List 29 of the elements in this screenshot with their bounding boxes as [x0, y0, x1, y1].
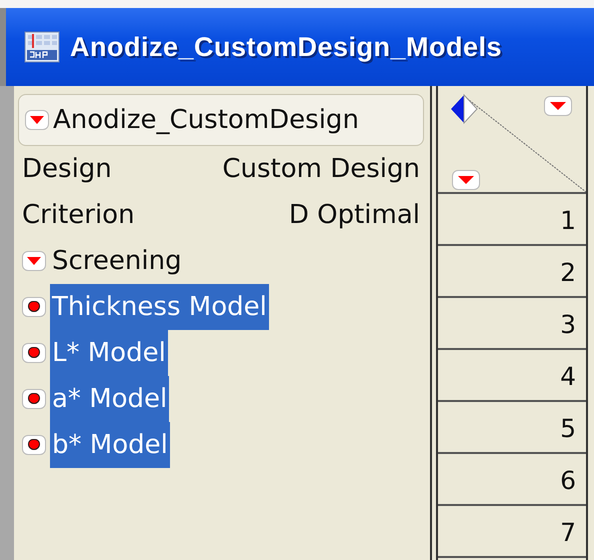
outline-node[interactable]: a* Model [50, 376, 170, 422]
row-number: 4 [438, 350, 586, 402]
collapsed-node-icon[interactable] [22, 389, 46, 409]
row-number: 2 [438, 246, 586, 298]
disclosure-triangle-icon[interactable] [22, 251, 46, 271]
row-number: 5 [438, 402, 586, 454]
window-title: Anodize_CustomDesign_Models [70, 32, 502, 62]
row-number: 7 [438, 506, 586, 558]
outline-node[interactable]: L* Model [50, 330, 168, 376]
disclosure-triangle-icon[interactable] [25, 110, 49, 130]
dropdown-icon[interactable] [544, 96, 572, 116]
property-value: Custom Design [222, 154, 420, 184]
collapsed-node-icon[interactable] [22, 343, 46, 363]
dropdown-icon[interactable] [452, 170, 480, 190]
outline-header[interactable]: Anodize_CustomDesign [18, 94, 424, 146]
row-number: 3 [438, 298, 586, 350]
property-label: Criterion [22, 200, 135, 230]
row-number: 1 [438, 194, 586, 246]
property-label: Design [22, 154, 112, 184]
row-number: 6 [438, 454, 586, 506]
splitter[interactable] [430, 86, 438, 560]
data-table-icon [24, 31, 60, 63]
collapsed-node-icon[interactable] [22, 435, 46, 455]
outline-node[interactable]: Screening [50, 238, 184, 284]
select-all-icon[interactable] [450, 94, 478, 124]
collapsed-node-icon[interactable] [22, 297, 46, 317]
outline-node[interactable]: b* Model [50, 422, 170, 468]
property-value: D Optimal [288, 200, 420, 230]
outline-node[interactable]: Thickness Model [50, 284, 269, 330]
